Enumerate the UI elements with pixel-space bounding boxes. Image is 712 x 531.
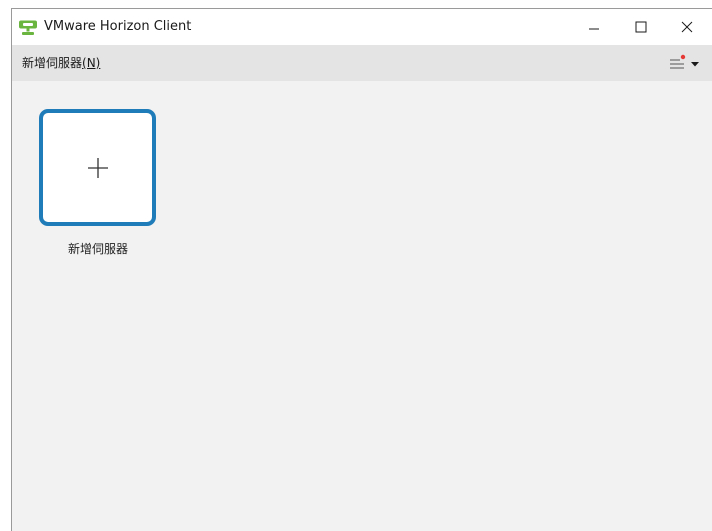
server-list-area: 新增伺服器 bbox=[12, 81, 712, 531]
add-server-menu-item[interactable]: 新增伺服器(N) bbox=[22, 54, 100, 72]
minimize-icon bbox=[588, 18, 600, 37]
close-button[interactable] bbox=[664, 9, 710, 45]
toolbar: 新增伺服器(N) bbox=[12, 45, 712, 81]
minimize-button[interactable] bbox=[571, 9, 617, 45]
add-server-tile[interactable] bbox=[39, 109, 156, 226]
window-title: VMware Horizon Client bbox=[44, 19, 192, 34]
add-server-menu-label: 新增伺服器 bbox=[22, 56, 83, 70]
maximize-icon bbox=[635, 18, 647, 37]
add-server-mnemonic: (N) bbox=[82, 56, 101, 70]
add-server-tile-label: 新增伺服器 bbox=[67, 242, 128, 256]
options-menu-icon bbox=[668, 54, 708, 77]
options-menu-button[interactable] bbox=[668, 53, 708, 73]
close-icon bbox=[681, 18, 693, 37]
maximize-button[interactable] bbox=[618, 9, 664, 45]
vmware-horizon-logo-icon bbox=[18, 20, 38, 36]
horizon-client-window: VMware Horizon Client 新增伺服器(N) 新增伺服器 bbox=[11, 8, 712, 531]
title-bar[interactable]: VMware Horizon Client bbox=[12, 9, 712, 45]
